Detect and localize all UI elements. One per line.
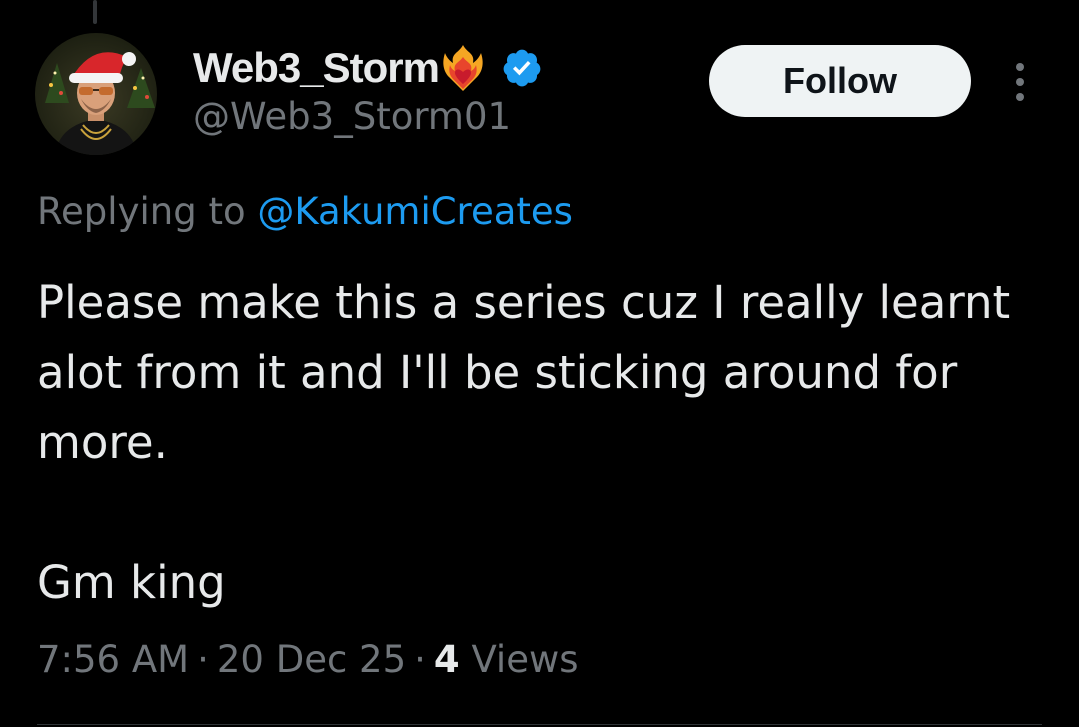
meta-separator: · (197, 638, 209, 681)
tweet-paragraph: Please make this a series cuz I really l… (37, 276, 1011, 469)
meta-separator: · (414, 638, 426, 681)
tweet-paragraph: Gm king (37, 556, 226, 609)
tweet-metadata: 7:56 AM · 20 Dec 25 · 4 Views (37, 638, 579, 682)
divider (37, 724, 1042, 725)
follow-button[interactable]: Follow (709, 45, 971, 117)
replying-to-line: Replying to @KakumiCreates (37, 190, 573, 234)
avatar[interactable] (35, 33, 157, 155)
author-name-row[interactable]: Web3_Storm (193, 40, 543, 96)
views-label[interactable]: Views (471, 638, 578, 681)
heart-on-fire-icon (441, 43, 485, 93)
tweet-text: Please make this a series cuz I really l… (37, 268, 1037, 618)
avatar-image (35, 33, 157, 155)
author-handle[interactable]: @Web3_Storm01 (193, 98, 511, 135)
thread-connector-line (93, 0, 97, 24)
tweet-date[interactable]: 20 Dec 25 (217, 638, 406, 681)
verified-badge-icon[interactable] (501, 47, 543, 89)
replying-to-handle-link[interactable]: @KakumiCreates (257, 190, 573, 233)
replying-to-label: Replying to (37, 190, 246, 233)
more-options-icon[interactable] (1008, 60, 1032, 104)
tweet-time[interactable]: 7:56 AM (37, 638, 189, 681)
views-count[interactable]: 4 (434, 638, 460, 681)
author-display-name[interactable]: Web3_Storm (193, 47, 440, 89)
